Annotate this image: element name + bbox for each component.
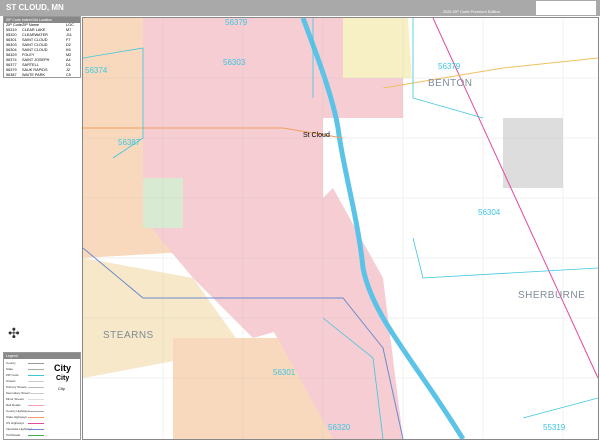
legend-item: State Highways — [6, 415, 27, 419]
legend-swatch — [28, 387, 44, 388]
legend-city-small: City — [58, 386, 65, 391]
legend-item: ZIP Code — [6, 373, 19, 377]
edition-label: 2026 ZIP Code Premium Edition — [442, 9, 500, 14]
legend-swatch — [28, 393, 44, 394]
legend-item: US Highways — [6, 421, 25, 425]
legend-swatch — [28, 381, 44, 382]
label-sherburne: SHERBURNE — [518, 290, 586, 301]
legend-swatch — [28, 417, 44, 418]
compass-rose-icon: ✣ — [8, 325, 20, 341]
label-56303: 56303 — [223, 58, 246, 67]
legend: Legend County State ZIP Code Streets Primary… — [3, 352, 81, 440]
label-55319: 55319 — [543, 423, 566, 432]
label-stearns: STEARNS — [103, 330, 154, 341]
header: ST CLOUD, MN 2026 ZIP Code Premium Editi… — [0, 0, 600, 16]
legend-swatch — [28, 375, 44, 376]
legend-city-large: City — [54, 363, 72, 373]
legend-swatch — [28, 423, 44, 424]
legend-item: Secondary Streets — [6, 391, 31, 395]
legend-swatch — [28, 399, 44, 400]
legend-swatch — [28, 405, 44, 406]
zip-index: ZIP Code Index/Grid Location ZIP Code ZIP… — [3, 16, 81, 78]
legend-item: Rail Roads — [6, 403, 21, 407]
label-56374: 56374 — [85, 66, 108, 75]
legend-swatch — [28, 369, 44, 370]
map-canvas[interactable]: 56379 56303 56379 56374 BENTON St Cloud … — [82, 17, 599, 441]
legend-swatch — [28, 363, 44, 364]
label-56301: 56301 — [273, 368, 296, 377]
label-56320: 56320 — [328, 423, 351, 432]
legend-city-medium: City — [56, 375, 70, 382]
legend-item: Minor Streets — [6, 397, 24, 401]
legend-swatch — [28, 411, 44, 412]
legend-item: County Highways — [6, 409, 30, 413]
label-56379-east: 56379 — [438, 62, 461, 71]
publisher-logo — [536, 1, 596, 15]
legend-title: Legend — [4, 353, 80, 359]
zip-index-row: 56387 WAITE PARK C5 — [6, 73, 71, 77]
legend-item: County — [6, 361, 16, 365]
label-56379: 56379 — [225, 18, 248, 27]
legend-swatch — [28, 435, 44, 436]
label-56304: 56304 — [478, 208, 501, 217]
legend-swatch — [28, 429, 44, 430]
label-st-cloud: St Cloud — [303, 132, 330, 139]
legend-item: Toll Roads — [6, 433, 21, 437]
map-title: ST CLOUD, MN — [6, 3, 64, 12]
label-56387: 56387 — [118, 138, 141, 147]
legend-item: State — [6, 367, 14, 371]
legend-item: Streets — [6, 379, 16, 383]
map-svg — [82, 17, 599, 441]
label-benton: BENTON — [428, 78, 473, 89]
legend-item: Primary Streets — [6, 385, 27, 389]
